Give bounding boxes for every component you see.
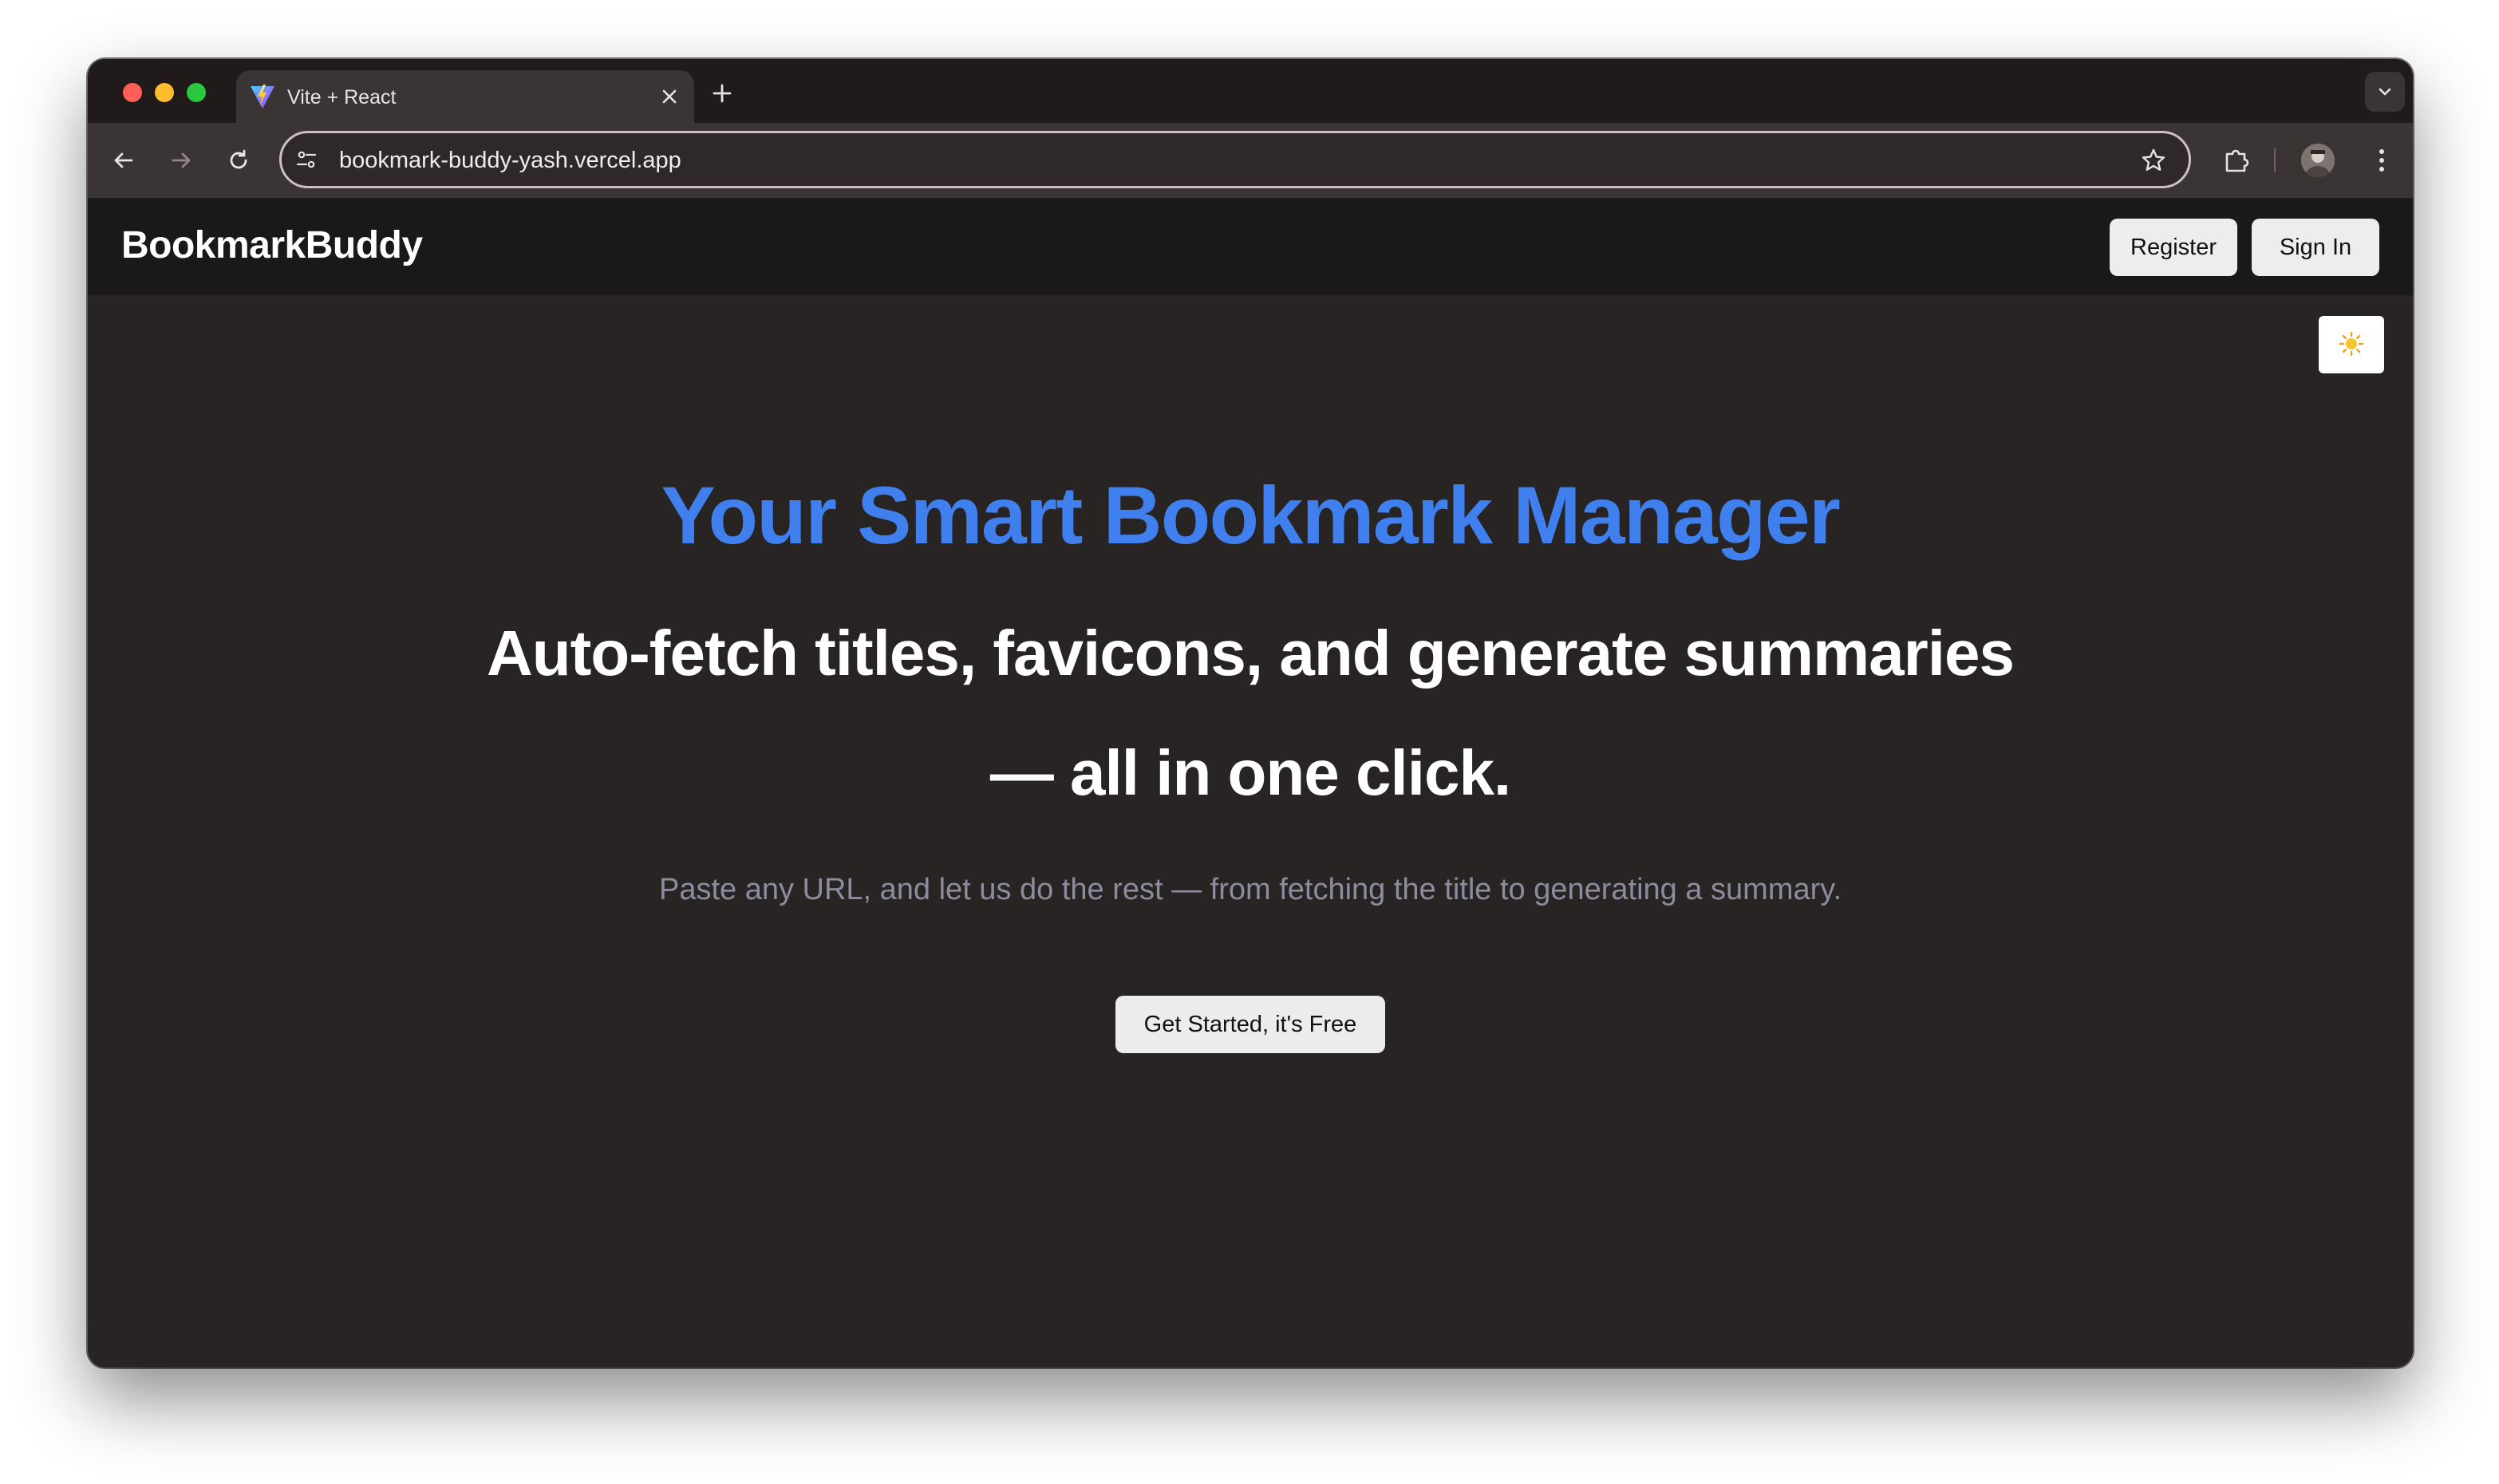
browser-window: Vite + React bookmark-buddy-yash.vercel.… xyxy=(88,59,2413,1368)
close-window-button[interactable] xyxy=(123,83,142,102)
reload-icon[interactable] xyxy=(220,142,257,179)
hero-subtitle: Auto-fetch titles, favicons, and generat… xyxy=(88,594,2413,833)
register-button[interactable]: Register xyxy=(2110,219,2237,276)
vite-favicon-icon xyxy=(249,83,276,110)
theme-toggle-button[interactable] xyxy=(2319,316,2384,373)
page-content: BookmarkBuddy Register Sign In Your Smar… xyxy=(88,198,2413,1368)
hero-title: Your Smart Bookmark Manager xyxy=(661,470,1841,561)
hero-subtitle-line-2: — all in one click. xyxy=(989,737,1511,808)
back-arrow-icon[interactable] xyxy=(105,142,142,179)
bookmark-star-icon[interactable] xyxy=(2138,144,2169,176)
maximize-window-button[interactable] xyxy=(187,83,206,102)
tab-strip: Vite + React xyxy=(88,59,2413,123)
brand-logo[interactable]: BookmarkBuddy xyxy=(121,223,423,267)
url-text: bookmark-buddy-yash.vercel.app xyxy=(339,148,681,173)
browser-toolbar: bookmark-buddy-yash.vercel.app xyxy=(88,123,2413,198)
get-started-button[interactable]: Get Started, it's Free xyxy=(1115,996,1385,1053)
sign-in-button[interactable]: Sign In xyxy=(2252,219,2379,276)
tab-title: Vite + React xyxy=(287,86,397,109)
hero-description: Paste any URL, and let us do the rest — … xyxy=(658,873,1842,906)
site-header: BookmarkBuddy Register Sign In xyxy=(88,198,2413,295)
close-tab-icon[interactable] xyxy=(656,83,683,110)
tab-search-icon[interactable] xyxy=(2365,72,2405,112)
extensions-puzzle-icon[interactable] xyxy=(2217,140,2256,180)
profile-avatar[interactable] xyxy=(2301,144,2335,177)
toolbar-divider xyxy=(2274,148,2276,172)
forward-arrow-icon[interactable] xyxy=(163,142,199,179)
address-bar[interactable]: bookmark-buddy-yash.vercel.app xyxy=(279,131,2191,188)
browser-tab[interactable]: Vite + React xyxy=(236,70,694,123)
hero-subtitle-line-1: Auto-fetch titles, favicons, and generat… xyxy=(487,618,2015,689)
more-menu-icon[interactable] xyxy=(2362,140,2402,180)
site-settings-icon[interactable] xyxy=(293,146,320,173)
sun-icon xyxy=(2339,331,2364,359)
new-tab-icon[interactable] xyxy=(709,80,736,107)
minimize-window-button[interactable] xyxy=(155,83,174,102)
